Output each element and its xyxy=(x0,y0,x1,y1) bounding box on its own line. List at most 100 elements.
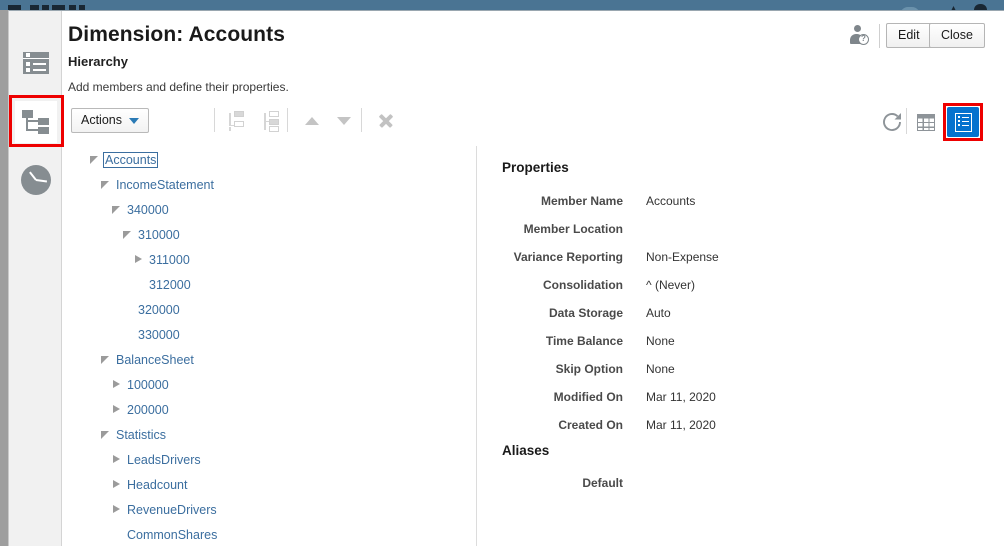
tree-node-label[interactable]: Headcount xyxy=(125,477,189,493)
tree-row[interactable]: 310000 xyxy=(63,222,473,247)
tree-node-label[interactable]: 311000 xyxy=(147,252,192,268)
tree-expand-arrow-icon[interactable] xyxy=(111,379,122,390)
left-icon-sidebar xyxy=(9,11,62,546)
sidebar-item-hierarchy[interactable] xyxy=(15,101,57,143)
toolbar-separator xyxy=(214,108,215,132)
property-row: Created On Mar 11, 2020 xyxy=(477,411,877,439)
tree-row[interactable]: BalanceSheet xyxy=(63,347,473,372)
actions-menu-button[interactable]: Actions xyxy=(71,108,149,133)
tree-node-label[interactable]: 340000 xyxy=(125,202,171,218)
tree-row[interactable]: LeadsDrivers xyxy=(63,447,473,472)
tree-collapse-arrow-icon[interactable] xyxy=(89,154,100,165)
tree-node-label[interactable]: 310000 xyxy=(136,227,182,243)
tree-node-label[interactable]: Accounts xyxy=(103,151,159,168)
tree-row[interactable]: 320000 xyxy=(63,297,473,322)
tree-node-label[interactable]: LeadsDrivers xyxy=(125,452,203,468)
user-help-icon[interactable]: ? xyxy=(848,25,870,47)
property-value: Non-Expense xyxy=(646,250,719,264)
sidebar-item-dimension-details[interactable] xyxy=(15,42,57,84)
property-value: Accounts xyxy=(646,194,696,208)
toolbar-separator xyxy=(361,108,362,132)
move-up-button[interactable] xyxy=(299,108,325,134)
hierarchy-toolbar: Actions xyxy=(63,100,996,142)
tree-node-label[interactable]: 100000 xyxy=(125,377,171,393)
grid-view-button[interactable] xyxy=(913,109,939,135)
tree-node-label[interactable]: RevenueDrivers xyxy=(125,502,219,518)
property-label: Modified On xyxy=(553,390,623,404)
property-value: None xyxy=(646,334,675,348)
toolbar-separator xyxy=(906,108,907,134)
property-label: Skip Option xyxy=(555,362,623,376)
refresh-button[interactable] xyxy=(880,110,904,134)
tree-node-label[interactable]: 200000 xyxy=(125,402,171,418)
tree-row[interactable]: Headcount xyxy=(63,472,473,497)
tree-collapse-arrow-icon[interactable] xyxy=(100,179,111,190)
tree-leaf-spacer-icon xyxy=(111,529,122,540)
toolbar-separator xyxy=(287,108,288,132)
tree-expand-arrow-icon[interactable] xyxy=(111,404,122,415)
tree-row[interactable]: Accounts xyxy=(63,147,473,172)
tree-row[interactable]: Statistics xyxy=(63,422,473,447)
property-label: Member Name xyxy=(540,194,623,208)
tree-node-label[interactable]: Statistics xyxy=(114,427,168,443)
property-row: Consolidation ^ (Never) xyxy=(477,271,877,299)
add-sibling-button[interactable] xyxy=(226,108,252,134)
property-value: ^ (Never) xyxy=(646,278,695,292)
tree-expand-arrow-icon[interactable] xyxy=(111,479,122,490)
add-child-icon xyxy=(261,111,283,132)
tree-expand-arrow-icon[interactable] xyxy=(111,504,122,515)
chevron-up-icon xyxy=(305,117,319,125)
property-row: Data Storage Auto xyxy=(477,299,877,327)
move-down-button[interactable] xyxy=(331,108,357,134)
user-head-shape xyxy=(854,25,861,32)
property-row: Member Name Accounts xyxy=(477,187,877,215)
chevron-down-icon xyxy=(129,117,139,124)
sidebar-item-pending-jobs[interactable] xyxy=(15,159,57,201)
aliases-heading: Aliases xyxy=(502,443,550,458)
section-title: Hierarchy xyxy=(68,54,128,69)
tree-row[interactable]: 100000 xyxy=(63,372,473,397)
tree-row[interactable]: 330000 xyxy=(63,322,473,347)
tree-node-label[interactable]: BalanceSheet xyxy=(114,352,196,368)
edit-button[interactable]: Edit xyxy=(886,23,932,48)
property-label: Default xyxy=(582,476,623,490)
tree-row[interactable]: CommonShares xyxy=(63,522,473,546)
refresh-icon xyxy=(883,113,901,131)
application-header-bar xyxy=(0,0,1004,10)
property-label: Member Location xyxy=(523,222,623,236)
property-label: Consolidation xyxy=(543,278,623,292)
tree-collapse-arrow-icon[interactable] xyxy=(100,429,111,440)
property-value: Auto xyxy=(646,306,671,320)
tree-node-label[interactable]: 320000 xyxy=(136,302,182,318)
tree-expand-arrow-icon[interactable] xyxy=(111,454,122,465)
tree-row[interactable]: 312000 xyxy=(63,272,473,297)
tree-row[interactable]: 311000 xyxy=(63,247,473,272)
tree-collapse-arrow-icon[interactable] xyxy=(100,354,111,365)
tree-leaf-spacer-icon xyxy=(133,279,144,290)
properties-table: Member Name Accounts Member Location Varian… xyxy=(477,187,877,439)
tree-collapse-arrow-icon[interactable] xyxy=(122,229,133,240)
tree-collapse-arrow-icon[interactable] xyxy=(111,204,122,215)
tree-expand-arrow-icon[interactable] xyxy=(133,254,144,265)
tree-node-label[interactable]: 312000 xyxy=(147,277,193,293)
tree-leaf-spacer-icon xyxy=(122,304,133,315)
member-hierarchy-tree[interactable]: Accounts IncomeStatement 340000 310000 31100… xyxy=(63,147,473,546)
hierarchy-tree-icon xyxy=(22,110,50,134)
form-list-icon xyxy=(23,52,49,74)
grid-view-icon xyxy=(917,113,935,131)
tree-node-label[interactable]: CommonShares xyxy=(125,527,219,543)
close-button[interactable]: Close xyxy=(929,23,985,48)
tree-node-label[interactable]: IncomeStatement xyxy=(114,177,216,193)
property-value: None xyxy=(646,362,675,376)
page-subtitle: Add members and define their properties. xyxy=(68,80,289,94)
add-child-button[interactable] xyxy=(259,108,285,134)
tree-row[interactable]: IncomeStatement xyxy=(63,172,473,197)
tree-row[interactable]: 200000 xyxy=(63,397,473,422)
delete-button[interactable] xyxy=(373,108,399,134)
tree-row[interactable]: RevenueDrivers xyxy=(63,497,473,522)
properties-panel-toggle[interactable] xyxy=(947,107,979,137)
window-left-rail xyxy=(0,10,8,546)
tree-row[interactable]: 340000 xyxy=(63,197,473,222)
property-label: Variance Reporting xyxy=(513,250,623,264)
tree-node-label[interactable]: 330000 xyxy=(136,327,182,343)
